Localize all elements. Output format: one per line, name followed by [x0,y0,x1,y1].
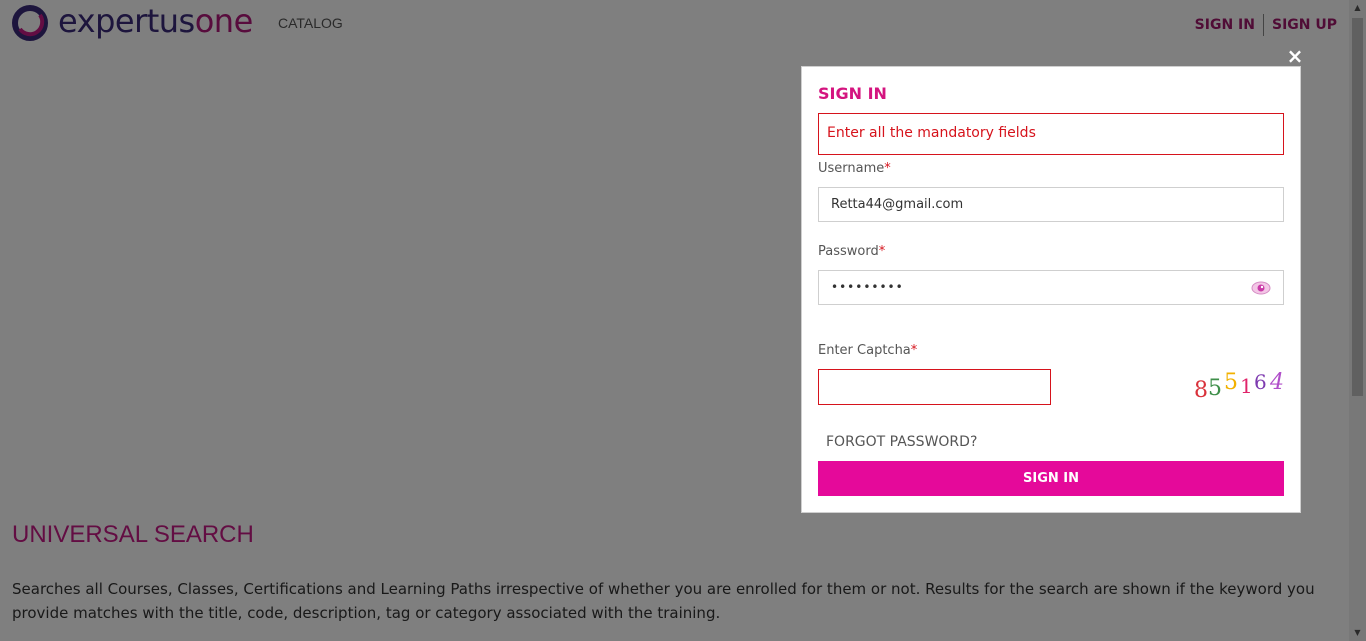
required-marker: * [878,244,886,259]
captcha-char: 5 [1224,370,1238,395]
show-password-button[interactable] [1238,270,1284,305]
error-message: Enter all the mandatory fields [818,113,1284,155]
username-label-text: Username [818,161,885,176]
password-label-text: Password [818,244,879,259]
captcha-image: 8 5 5 1 6 4 [1194,370,1284,403]
captcha-char: 6 [1254,370,1267,394]
captcha-label: Enter Captcha* [818,343,917,358]
required-marker: * [910,343,918,358]
dialog-title: SIGN IN [818,84,887,103]
password-field[interactable]: ••••••••• [818,270,1239,305]
captcha-char: 8 [1194,378,1208,403]
password-label: Password* [818,244,885,259]
forgot-password-link[interactable]: FORGOT PASSWORD? [826,434,977,450]
captcha-input[interactable] [818,369,1051,405]
captcha-char: 5 [1208,376,1222,401]
username-field[interactable]: Retta44@gmail.com [818,187,1284,222]
sign-in-dialog: SIGN IN Enter all the mandatory fields U… [801,66,1301,513]
captcha-label-text: Enter Captcha [818,343,911,358]
captcha-char: 4 [1269,370,1284,395]
username-label: Username* [818,161,891,176]
captcha-char: 1 [1240,374,1253,398]
eye-icon [1251,281,1271,295]
close-icon[interactable]: × [1285,46,1305,66]
sign-in-submit-button[interactable]: SIGN IN [818,461,1284,496]
required-marker: * [884,161,891,176]
